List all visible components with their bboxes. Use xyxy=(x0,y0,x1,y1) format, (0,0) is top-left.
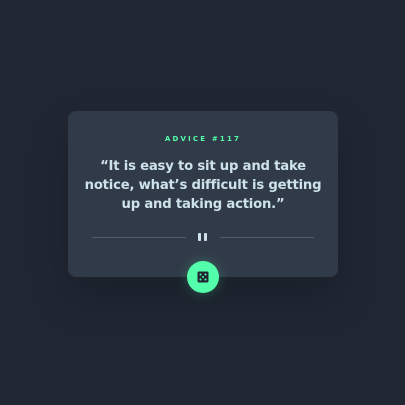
divider xyxy=(92,232,314,242)
advice-quote: “It is easy to sit up and take notice, w… xyxy=(84,159,322,212)
advice-card: ADVICE #117 “It is easy to sit up and ta… xyxy=(68,111,338,277)
advice-id-label: ADVICE #117 xyxy=(164,135,242,143)
divider-line-left xyxy=(92,237,186,238)
pause-icon xyxy=(198,233,208,241)
divider-line-right xyxy=(220,237,314,238)
new-advice-button[interactable] xyxy=(187,261,219,293)
dice-icon xyxy=(197,271,209,283)
